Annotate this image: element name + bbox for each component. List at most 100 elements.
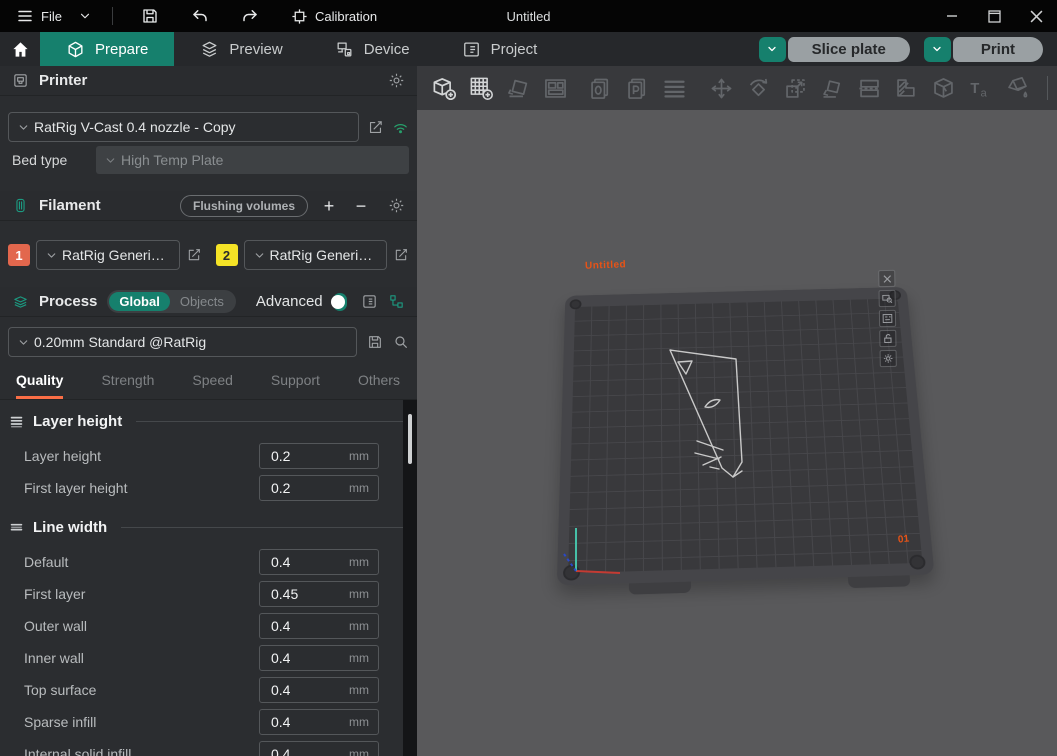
sidebar-scrollbar-thumb[interactable] bbox=[408, 414, 412, 464]
cut-tool-icon[interactable] bbox=[856, 75, 883, 102]
text-tool-icon[interactable]: Ta bbox=[967, 75, 994, 102]
split-objects-icon[interactable] bbox=[587, 75, 614, 102]
param-row-first-layer-height: First layer height 0.2 mm bbox=[0, 472, 417, 504]
top-surface-line-width-input[interactable]: 0.4 mm bbox=[259, 677, 379, 703]
delete-plate-icon[interactable] bbox=[878, 270, 895, 287]
sparse-infill-line-width-input[interactable]: 0.4 mm bbox=[259, 709, 379, 735]
save-preset-icon[interactable] bbox=[367, 334, 383, 350]
advanced-toggle[interactable] bbox=[333, 293, 347, 311]
inner-wall-line-width-input[interactable]: 0.4 mm bbox=[259, 645, 379, 671]
plate-arrange-icon[interactable] bbox=[879, 310, 896, 327]
tab-device[interactable]: Device bbox=[309, 32, 436, 66]
lay-on-face-icon[interactable] bbox=[819, 75, 846, 102]
plate-lock-icon[interactable] bbox=[879, 330, 896, 347]
tab-support[interactable]: Support bbox=[271, 366, 320, 399]
param-unit: mm bbox=[349, 555, 378, 569]
tab-strength[interactable]: Strength bbox=[101, 366, 154, 399]
search-preset-icon[interactable] bbox=[393, 334, 409, 350]
auto-orient-icon[interactable] bbox=[505, 75, 532, 102]
printer-connection-wifi-icon[interactable] bbox=[392, 119, 409, 136]
viewport-canvas[interactable]: Untitled 01 bbox=[417, 110, 1057, 756]
add-plate-icon[interactable] bbox=[468, 75, 495, 102]
remove-filament-button[interactable]: − bbox=[350, 197, 372, 215]
printer-preset-select[interactable]: RatRig V-Cast 0.4 nozzle - Copy bbox=[8, 112, 359, 142]
toolbar-divider bbox=[1047, 76, 1048, 100]
tab-speed[interactable]: Speed bbox=[192, 366, 232, 399]
tab-prepare[interactable]: Prepare bbox=[40, 32, 174, 66]
filament-2-select[interactable]: RatRig Generic PLA bbox=[244, 240, 388, 270]
titlebar-divider bbox=[112, 7, 113, 25]
first-layer-line-width-input[interactable]: 0.45 mm bbox=[259, 581, 379, 607]
param-label: First layer height bbox=[0, 480, 259, 496]
close-button[interactable] bbox=[1015, 0, 1057, 32]
edit-filament-2-icon[interactable] bbox=[393, 247, 409, 263]
internal-solid-infill-line-width-input[interactable]: 0.4 mm bbox=[259, 741, 379, 756]
save-button[interactable] bbox=[135, 3, 165, 29]
file-menu-button[interactable]: File bbox=[10, 3, 68, 29]
slice-plate-button[interactable]: Slice plate bbox=[788, 37, 910, 62]
plate-screw bbox=[563, 565, 580, 581]
move-tool-icon[interactable] bbox=[708, 75, 735, 102]
plate-settings-gear-icon[interactable] bbox=[880, 350, 897, 367]
filament-1-value: RatRig Generic PLA bbox=[62, 247, 171, 263]
parameter-table-icon[interactable] bbox=[361, 293, 378, 310]
rotate-tool-icon[interactable] bbox=[745, 75, 772, 102]
process-preset-select[interactable]: 0.20mm Standard @RatRig bbox=[8, 327, 357, 357]
default-line-width-input[interactable]: 0.4 mm bbox=[259, 549, 379, 575]
compare-presets-icon[interactable] bbox=[388, 293, 405, 310]
calibration-button[interactable]: Calibration bbox=[285, 4, 383, 29]
edit-printer-icon[interactable] bbox=[367, 119, 384, 136]
plate-zoom-icon[interactable] bbox=[879, 290, 896, 307]
file-menu-chevron[interactable] bbox=[72, 5, 98, 27]
param-row-first-layer: First layer 0.45 mm bbox=[0, 578, 417, 610]
build-plate[interactable] bbox=[557, 287, 935, 586]
tab-project[interactable]: Project bbox=[436, 32, 564, 66]
plate-number-label: 01 bbox=[897, 533, 909, 545]
edit-filament-1-icon[interactable] bbox=[186, 247, 202, 263]
redo-button[interactable] bbox=[235, 3, 265, 29]
printer-settings-gear-icon[interactable] bbox=[388, 72, 405, 89]
split-parts-icon[interactable] bbox=[624, 75, 651, 102]
hamburger-icon bbox=[16, 7, 34, 25]
filament-1-badge: 1 bbox=[8, 244, 30, 266]
maximize-button[interactable] bbox=[973, 0, 1015, 32]
tab-others[interactable]: Others bbox=[358, 366, 400, 399]
param-value: 0.4 bbox=[260, 554, 349, 570]
tab-quality[interactable]: Quality bbox=[16, 366, 63, 399]
layer-height-input[interactable]: 0.2 mm bbox=[259, 443, 379, 469]
auto-arrange-icon[interactable] bbox=[542, 75, 569, 102]
first-layer-height-input[interactable]: 0.2 mm bbox=[259, 475, 379, 501]
slice-options-button[interactable] bbox=[759, 37, 786, 62]
viewport-3d[interactable]: Ta bbox=[417, 66, 1057, 756]
scope-objects-option[interactable]: Objects bbox=[170, 292, 234, 311]
group-divider bbox=[136, 421, 407, 422]
process-section-title: Process bbox=[39, 293, 97, 310]
color-paint-icon[interactable] bbox=[1004, 75, 1031, 102]
add-object-icon[interactable] bbox=[431, 75, 458, 102]
scope-global-option[interactable]: Global bbox=[109, 292, 169, 311]
boolean-mesh-icon[interactable] bbox=[930, 75, 957, 102]
group-divider bbox=[121, 527, 407, 528]
sidebar-scrollbar[interactable] bbox=[403, 400, 417, 756]
add-filament-button[interactable]: + bbox=[318, 197, 340, 215]
filament-1-select[interactable]: RatRig Generic PLA bbox=[36, 240, 180, 270]
bed-type-select[interactable]: High Temp Plate bbox=[96, 146, 409, 174]
tab-preview[interactable]: Preview bbox=[174, 32, 308, 66]
undo-button[interactable] bbox=[185, 3, 215, 29]
layers-view-icon[interactable] bbox=[661, 75, 688, 102]
outer-wall-line-width-input[interactable]: 0.4 mm bbox=[259, 613, 379, 639]
build-plate-grid bbox=[568, 298, 922, 573]
scale-tool-icon[interactable] bbox=[782, 75, 809, 102]
param-unit: mm bbox=[349, 449, 378, 463]
calibration-icon bbox=[291, 8, 308, 25]
support-paint-icon[interactable] bbox=[893, 75, 920, 102]
print-options-button[interactable] bbox=[924, 37, 951, 62]
print-button[interactable]: Print bbox=[953, 37, 1043, 62]
process-scope-toggle[interactable]: Global Objects bbox=[107, 290, 236, 313]
chevron-down-icon bbox=[104, 154, 117, 167]
param-value: 0.45 bbox=[260, 586, 349, 602]
filament-settings-gear-icon[interactable] bbox=[388, 197, 405, 214]
home-button[interactable] bbox=[0, 32, 40, 66]
minimize-button[interactable] bbox=[931, 0, 973, 32]
flushing-volumes-button[interactable]: Flushing volumes bbox=[180, 195, 308, 217]
